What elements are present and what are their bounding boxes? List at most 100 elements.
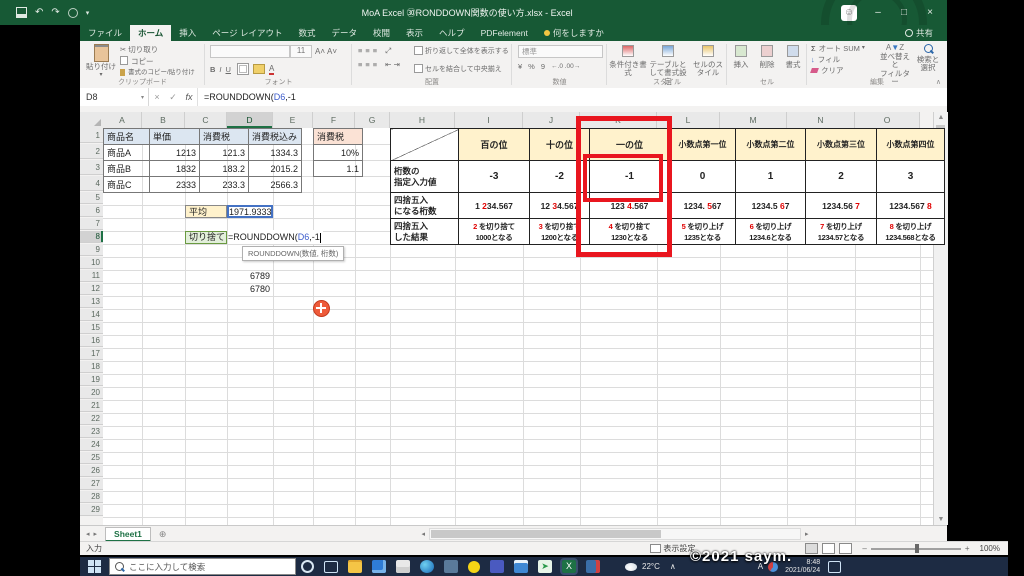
people-app-icon[interactable] (490, 560, 504, 573)
row-header-27[interactable]: 27 (80, 478, 103, 490)
row-header-13[interactable]: 13 (80, 296, 103, 308)
taskbar-search-box[interactable]: ここに入力して検索 (109, 558, 296, 575)
cell-edit-box[interactable]: =ROUNDDOWN(D6,-1 (228, 230, 323, 244)
row-header-16[interactable]: 16 (80, 335, 103, 347)
cell[interactable]: 1234.5 67 (735, 192, 806, 219)
cell[interactable]: 2566.3 (248, 176, 302, 193)
file-explorer-icon[interactable] (348, 560, 362, 573)
row-header-19[interactable]: 19 (80, 374, 103, 386)
mail-icon[interactable] (514, 560, 528, 573)
comma-style-icon[interactable]: 9 (541, 62, 545, 71)
row-header-6[interactable]: 6 (80, 205, 103, 217)
font-size-input[interactable]: 11 (290, 45, 312, 58)
share-app-icon[interactable]: ➤ (538, 560, 552, 573)
tray-chevron-icon[interactable]: ∧ (670, 562, 676, 571)
cell[interactable]: 8 を切り上げ 1234.568となる (876, 218, 945, 245)
cell[interactable]: 小数点第三位 (805, 128, 877, 161)
cell[interactable]: 7 を切り上げ 1234.57となる (805, 218, 877, 245)
sheet-tab-sheet1[interactable]: Sheet1 (105, 526, 151, 542)
column-header-I[interactable]: I (455, 112, 523, 128)
cell[interactable]: 2333 (149, 176, 200, 193)
cell[interactable]: 1 (735, 160, 806, 193)
cell[interactable]: 小数点第二位 (735, 128, 806, 161)
tab-file[interactable]: ファイル (80, 25, 130, 41)
format-painter-button[interactable]: 書式のコピー/貼り付け (120, 68, 195, 77)
column-header-O[interactable]: O (855, 112, 920, 128)
tab-review[interactable]: 校閲 (365, 25, 398, 41)
column-header-B[interactable]: B (142, 112, 185, 128)
share-button[interactable]: 共有 (897, 25, 941, 41)
grow-font-icon[interactable]: A˄ (315, 47, 325, 56)
average-label-cell[interactable]: 平均 (185, 205, 227, 218)
cell[interactable]: 5 を切り上げ 1235となる (669, 218, 736, 245)
column-header-E[interactable]: E (273, 112, 313, 128)
zoom-slider[interactable] (870, 543, 961, 553)
align-right-icon[interactable]: ≡ (373, 60, 377, 69)
percent-icon[interactable]: % (528, 62, 535, 71)
zoom-level[interactable]: 100% (980, 544, 1000, 553)
cell[interactable]: 桁数の 指定入力値 (390, 160, 459, 193)
conditional-formatting-button[interactable]: 条件付き書式 (609, 45, 647, 78)
row-header-29[interactable]: 29 (80, 504, 103, 516)
cell[interactable]: -3 (458, 160, 530, 193)
redo-icon[interactable]: ↷ (51, 7, 59, 18)
row-header-1[interactable]: 1 (80, 128, 103, 143)
row-header-15[interactable]: 15 (80, 322, 103, 334)
tell-me-box[interactable]: 何をしますか (536, 25, 612, 41)
qat-dropdown-icon[interactable]: ▾ (86, 9, 90, 17)
tab-page-layout[interactable]: ページ レイアウト (204, 25, 290, 41)
rounddown-label-cell[interactable]: 切り捨て (185, 231, 227, 244)
edge-icon[interactable] (420, 560, 434, 573)
page-break-view-icon[interactable] (839, 543, 853, 554)
cell[interactable]: 183.2 (199, 160, 249, 177)
action-center-icon[interactable] (828, 560, 842, 573)
cell[interactable]: 四捨五入 した結果 (390, 218, 459, 245)
cell[interactable]: 3 (876, 160, 945, 193)
scroll-down-icon[interactable]: ▼ (934, 516, 948, 523)
cell[interactable]: 0 (669, 160, 736, 193)
cell[interactable]: 1 234.567 (458, 192, 530, 219)
column-header-D[interactable]: D (227, 112, 273, 128)
fill-color-icon[interactable] (252, 63, 265, 74)
horizontal-scrollbar[interactable] (428, 528, 801, 540)
indent-icons[interactable]: ⇤ ⇥ (385, 60, 400, 69)
cell[interactable]: 1832 (149, 160, 200, 177)
cell[interactable]: 1234. 567 (669, 192, 736, 219)
align-center-icon[interactable]: ≡ (365, 60, 369, 69)
collapse-ribbon-icon[interactable]: ∧ (936, 78, 941, 86)
borders-icon[interactable] (236, 63, 249, 75)
row-header-25[interactable]: 25 (80, 452, 103, 464)
excel-taskbar-icon[interactable]: X (560, 558, 578, 575)
font-color-icon[interactable]: A (268, 64, 275, 75)
align-bottom-icon[interactable]: ≡ (373, 46, 377, 55)
yellow-app-icon[interactable] (468, 560, 480, 573)
column-header-N[interactable]: N (787, 112, 855, 128)
cell[interactable]: 6 を切り上げ 1234.6となる (735, 218, 806, 245)
column-header-G[interactable]: G (355, 112, 390, 128)
weather-temp[interactable]: 22°C (642, 562, 660, 571)
cell[interactable]: 商品C (103, 176, 150, 193)
sheet-prev-icon[interactable]: ◂ (86, 530, 90, 538)
select-all-corner[interactable] (80, 112, 104, 129)
autosum-button[interactable]: Σ オート SUM ▾ (811, 44, 865, 53)
row-header-28[interactable]: 28 (80, 491, 103, 503)
cell-d12[interactable]: 6780 (227, 283, 273, 296)
row-header-26[interactable]: 26 (80, 465, 103, 477)
row-header-3[interactable]: 3 (80, 160, 103, 175)
row-header-20[interactable]: 20 (80, 387, 103, 399)
italic-button[interactable]: I (219, 65, 221, 74)
cell[interactable]: 1234.567 8 (876, 192, 945, 219)
merge-center-button[interactable]: セルを結合して中央揃え (414, 64, 509, 74)
hscroll-right-icon[interactable]: ▸ (805, 530, 809, 538)
row-header-18[interactable]: 18 (80, 361, 103, 373)
column-header-H[interactable]: H (390, 112, 455, 128)
cell[interactable]: 商品B (103, 160, 150, 177)
tab-help[interactable]: ヘルプ (431, 25, 473, 41)
row-header-11[interactable]: 11 (80, 270, 103, 282)
paste-button[interactable]: 貼り付け ▾ (86, 44, 116, 80)
row-header-17[interactable]: 17 (80, 348, 103, 360)
align-left-icon[interactable]: ≡ (358, 60, 362, 69)
cell[interactable]: 商品名 (103, 128, 150, 145)
cell-styles-button[interactable]: セルのスタイル (691, 45, 725, 78)
wrap-text-button[interactable]: 折り返して全体を表示する (414, 46, 509, 56)
